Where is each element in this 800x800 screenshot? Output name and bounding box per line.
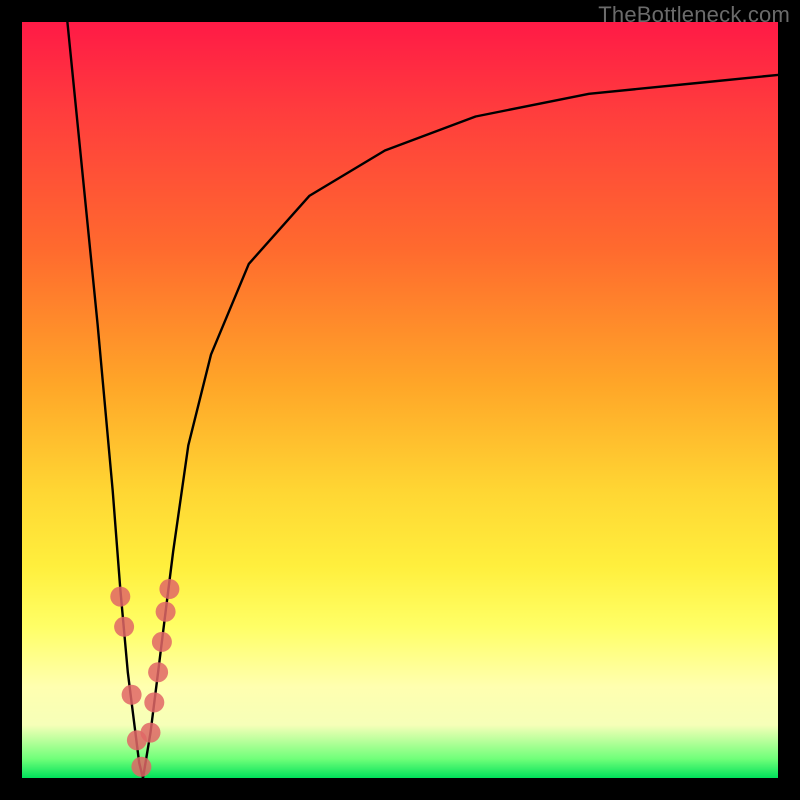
marker-left-cluster [110,587,130,607]
marker-right-cluster [144,692,164,712]
chart-svg [22,22,778,778]
marker-left-cluster [114,617,134,637]
marker-left-cluster [131,757,151,777]
plot-area [22,22,778,778]
chart-frame: TheBottleneck.com [0,0,800,800]
curve-right-arm [143,75,778,778]
marker-right-cluster [159,579,179,599]
marker-right-cluster [156,602,176,622]
marker-left-cluster [122,685,142,705]
marker-right-cluster [148,662,168,682]
curve-left-arm [67,22,143,778]
watermark-text: TheBottleneck.com [598,2,790,28]
marker-right-cluster [141,723,161,743]
marker-right-cluster [152,632,172,652]
marker-layer [110,579,179,777]
curve-layer [67,22,778,778]
